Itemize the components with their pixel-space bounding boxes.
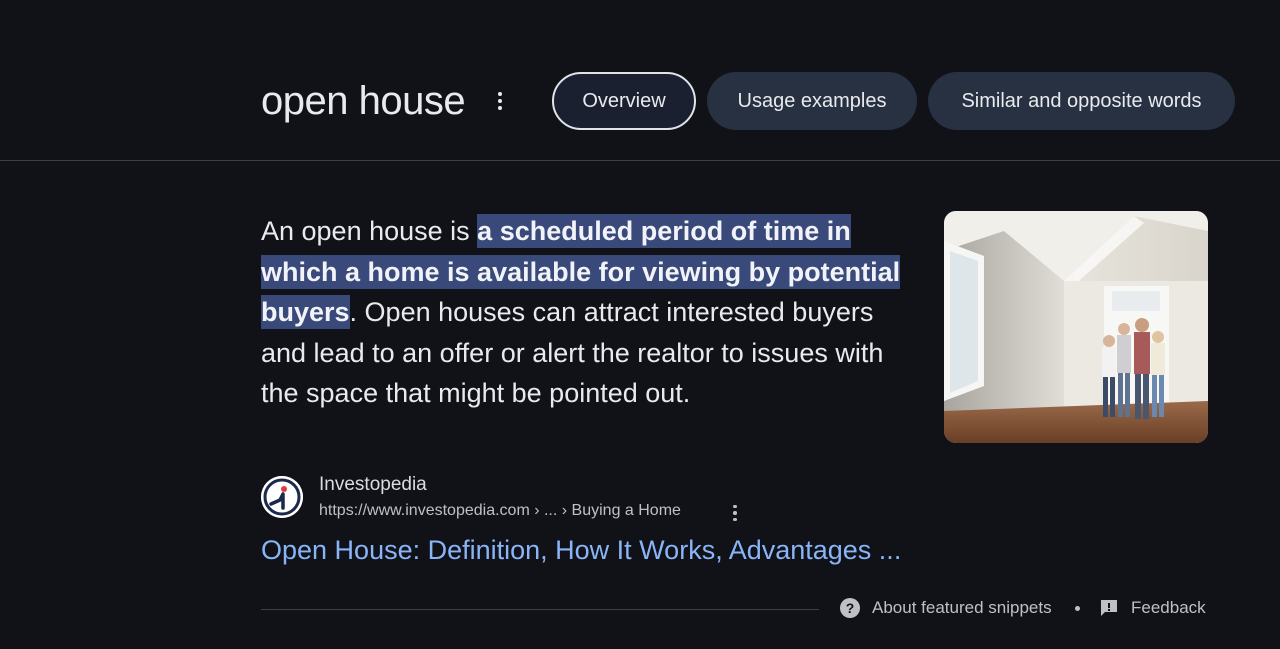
separator-dot	[1075, 606, 1080, 611]
page: open house Overview Usage examples Simil…	[0, 0, 1280, 649]
snippet-text: An open house is a scheduled period of t…	[261, 211, 921, 414]
tab-similar-opposite-words[interactable]: Similar and opposite words	[928, 72, 1235, 130]
about-featured-snippets-label: About featured snippets	[872, 598, 1052, 617]
header: open house Overview Usage examples Simil…	[0, 0, 1280, 161]
source-more-icon[interactable]	[727, 503, 743, 523]
snippet-text-after: . Open houses can attract interested buy…	[261, 297, 884, 409]
feedback-icon	[1101, 600, 1117, 616]
source-name[interactable]: Investopedia	[319, 474, 427, 496]
divider	[261, 609, 819, 610]
source-url[interactable]: https://www.investopedia.com › ... › Buy…	[319, 502, 681, 520]
about-featured-snippets-link[interactable]: ? About featured snippets	[840, 598, 1052, 618]
page-title: open house	[261, 79, 466, 123]
tab-overview[interactable]: Overview	[552, 72, 696, 130]
more-options-icon[interactable]	[489, 88, 511, 114]
feedback-label: Feedback	[1131, 598, 1206, 617]
snippet-image[interactable]	[944, 211, 1208, 443]
snippet-text-before: An open house is	[261, 216, 478, 246]
investopedia-logo-icon[interactable]	[261, 476, 303, 518]
family-in-room-photo	[944, 211, 1208, 443]
result-link[interactable]: Open House: Definition, How It Works, Ad…	[261, 535, 901, 566]
help-circle-icon: ?	[840, 598, 860, 618]
feedback-link[interactable]: Feedback	[1099, 598, 1206, 618]
tab-usage-examples[interactable]: Usage examples	[707, 72, 917, 130]
